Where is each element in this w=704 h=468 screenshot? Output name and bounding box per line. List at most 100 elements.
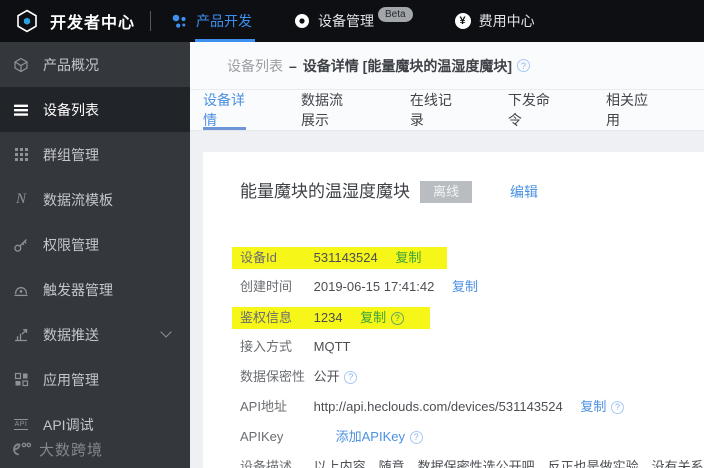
- tab-send-command[interactable]: 下发命令: [508, 90, 551, 130]
- tab-label: 数据流展示: [301, 92, 344, 128]
- sidebar-item-label: API调试: [43, 416, 94, 433]
- tab-label: 在线记录: [409, 92, 452, 128]
- sidebar-item-label: 触发器管理: [43, 281, 113, 298]
- top-navbar: 开发者中心 产品开发 设备管理 Beta ¥ 费用中心: [0, 0, 704, 42]
- topnav-label: 产品开发: [196, 13, 252, 29]
- help-icon[interactable]: ?: [390, 311, 404, 325]
- data-privacy-value: 公开: [313, 369, 340, 384]
- highlight-marker: 设备Id 531143524 复制: [232, 247, 448, 269]
- device-mgmt-donut-icon: [294, 13, 310, 29]
- topnav-item-product-dev[interactable]: 产品开发: [171, 0, 255, 42]
- field-label: 设备描述: [240, 459, 293, 468]
- field-row-data-privacy: 数据保密性 公开 ?: [240, 367, 684, 387]
- tab-related-apps[interactable]: 相关应用: [606, 90, 649, 130]
- field-label: 鉴权信息: [240, 310, 293, 325]
- beta-badge: Beta: [378, 6, 413, 22]
- watermark-logo-icon: [13, 442, 32, 456]
- field-row-device-description: 设备描述 以上内容，随意，数据保密性选公开吧，反正也是做实验，没有关系。: [240, 457, 704, 468]
- topnav-item-device-mgmt[interactable]: 设备管理 Beta: [294, 0, 413, 42]
- watermark: 大数跨境: [10, 439, 103, 460]
- access-mode-value: MQTT: [313, 339, 351, 354]
- status-badge-offline: 离线: [420, 181, 472, 203]
- topnav-label: 设备管理: [318, 13, 374, 29]
- device-id-value: 531143524: [313, 250, 378, 265]
- field-row-apikey: APIKey 添加APIKey ?: [240, 427, 684, 447]
- copy-button[interactable]: 复制: [360, 310, 386, 325]
- sidebar-item-product-overview[interactable]: 产品概况: [0, 42, 190, 87]
- help-icon[interactable]: ?: [409, 430, 423, 444]
- sidebar-item-label: 权限管理: [43, 236, 99, 253]
- device-title: 能量魔块的温湿度魔块: [240, 182, 410, 201]
- tab-label: 下发命令: [507, 92, 550, 128]
- tab-bar: 设备详情 数据流展示 在线记录 下发命令 相关应用: [190, 90, 704, 131]
- breadcrumb: 设备列表 – 设备详情 [能量魔块的温湿度魔块] ?: [190, 42, 704, 90]
- help-icon[interactable]: ?: [611, 400, 624, 414]
- help-icon[interactable]: ?: [344, 370, 358, 384]
- topnav-label: 费用中心: [478, 13, 535, 29]
- tab-device-detail[interactable]: 设备详情: [203, 90, 247, 130]
- apps-grid-icon: [13, 372, 29, 388]
- dot-grid-icon: [13, 147, 29, 163]
- brand-title[interactable]: 开发者中心: [50, 9, 146, 33]
- sidebar-item-datastream-template[interactable]: N 数据流模板: [0, 177, 190, 222]
- sidebar-item-label: 产品概况: [43, 56, 99, 73]
- field-label: API地址: [240, 399, 287, 414]
- copy-button[interactable]: 复制: [452, 279, 478, 294]
- api-icon: API: [13, 419, 29, 430]
- onenet-logo-icon[interactable]: [14, 8, 40, 34]
- add-apikey-button[interactable]: 添加APIKey: [336, 429, 405, 444]
- field-label: 接入方式: [240, 339, 293, 354]
- sidebar-item-label: 设备列表: [43, 101, 99, 118]
- product-dev-dots-icon: [171, 13, 188, 30]
- copy-button[interactable]: 复制: [395, 250, 421, 265]
- sidebar-item-permission-mgmt[interactable]: 权限管理: [0, 222, 190, 267]
- tab-online-record[interactable]: 在线记录: [410, 90, 453, 130]
- field-label: APIKey: [240, 429, 284, 444]
- sidebar-item-app-mgmt[interactable]: 应用管理: [0, 357, 190, 402]
- trigger-gauge-icon: [13, 282, 29, 298]
- sidebar-item-label: 应用管理: [43, 371, 99, 388]
- yen-circle-icon: ¥: [454, 13, 471, 29]
- api-url-value: http://api.heclouds.com/devices/53114352…: [313, 399, 563, 414]
- breadcrumb-separator: –: [289, 57, 297, 74]
- sidebar-item-label: 群组管理: [43, 146, 99, 163]
- device-detail-card: 能量魔块的温湿度魔块 离线 编辑 设备Id 531143524 复制 创建时间 …: [203, 152, 704, 468]
- sidebar-item-label: 数据流模板: [43, 191, 113, 208]
- sidebar-item-label: 数据推送: [43, 326, 99, 343]
- sidebar-item-device-list[interactable]: 设备列表: [0, 87, 190, 132]
- tab-datastream-display[interactable]: 数据流展示: [301, 90, 355, 130]
- field-row-access-mode: 接入方式 MQTT: [240, 337, 684, 357]
- datastream-n-icon: N: [15, 191, 26, 207]
- main-content: 设备列表 – 设备详情 [能量魔块的温湿度魔块] ? 设备详情 数据流展示 在线…: [190, 42, 704, 468]
- field-label: 数据保密性: [240, 369, 306, 384]
- list-icon: [13, 102, 29, 118]
- app-window: 开发者中心 产品开发 设备管理 Beta ¥ 费用中心 产品概况 设备列表 群组…: [0, 0, 704, 468]
- watermark-text: 大数跨境: [39, 442, 104, 459]
- copy-button[interactable]: 复制: [580, 399, 606, 414]
- tab-label: 相关应用: [605, 92, 648, 128]
- field-row-auth-info: 鉴权信息 1234 复制 ?: [232, 307, 684, 329]
- field-row-created-time: 创建时间 2019-06-15 17:41:42 复制: [240, 277, 684, 297]
- breadcrumb-current: 设备详情 [能量魔块的温湿度魔块]: [302, 57, 513, 74]
- field-label: 创建时间: [240, 279, 293, 294]
- sidebar-item-data-push[interactable]: 数据推送: [0, 312, 190, 357]
- data-push-icon: [13, 327, 29, 343]
- auth-info-value: 1234: [313, 310, 343, 325]
- field-label: 设备Id: [240, 250, 277, 265]
- cube-icon: [13, 57, 29, 73]
- highlight-marker: 鉴权信息 1234 复制 ?: [232, 307, 430, 329]
- topbar-divider: [150, 11, 151, 31]
- topnav-item-fee-center[interactable]: ¥ 费用中心: [454, 0, 535, 42]
- created-time-value: 2019-06-15 17:41:42: [313, 279, 435, 294]
- sidebar: 产品概况 设备列表 群组管理 N 数据流模板 权限管理 触发器管理 数据推送 应…: [0, 42, 190, 468]
- device-description-value: 以上内容，随意，数据保密性选公开吧，反正也是做实验，没有关系。: [313, 459, 704, 468]
- edit-button[interactable]: 编辑: [510, 182, 538, 202]
- help-icon[interactable]: ?: [517, 59, 531, 72]
- sidebar-item-group-mgmt[interactable]: 群组管理: [0, 132, 190, 177]
- tab-label: 设备详情: [203, 92, 245, 128]
- key-icon: [13, 237, 29, 253]
- breadcrumb-section[interactable]: 设备列表: [227, 56, 283, 76]
- sidebar-item-trigger-mgmt[interactable]: 触发器管理: [0, 267, 190, 312]
- chevron-down-icon[interactable]: [160, 326, 172, 338]
- field-row-device-id: 设备Id 531143524 复制: [232, 247, 684, 269]
